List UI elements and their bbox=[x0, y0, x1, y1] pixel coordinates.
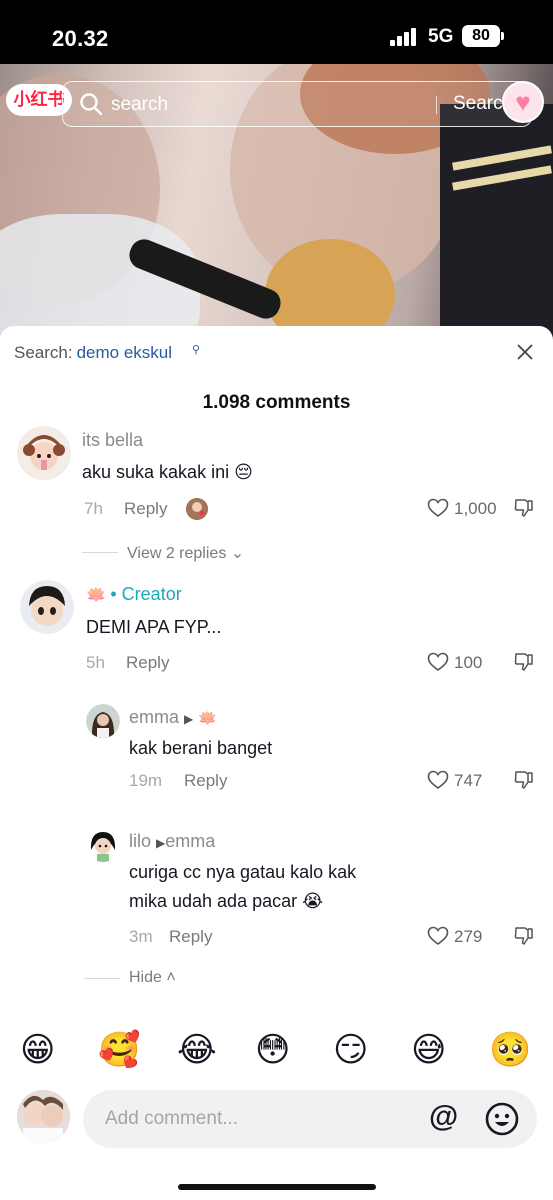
search-divider bbox=[436, 96, 437, 114]
comment-input-placeholder: Add comment... bbox=[105, 1108, 239, 1129]
hide-label: Hide bbox=[129, 969, 162, 986]
comment-input[interactable]: Add comment... @ bbox=[83, 1090, 537, 1148]
comment-author-name: emma bbox=[129, 707, 180, 727]
comment-time: 19m bbox=[129, 771, 163, 790]
my-avatar[interactable] bbox=[17, 1090, 70, 1143]
creator-tag: • Creator bbox=[110, 584, 182, 604]
search-suggestion-keyword[interactable]: demo ekskul bbox=[77, 343, 172, 362]
comments-sheet: Search: demo ekskul ⚲ 1.098 comments its … bbox=[0, 326, 553, 1200]
view-replies-button[interactable]: View 2 replies ⌄ bbox=[127, 543, 244, 563]
search-placeholder: search bbox=[111, 94, 169, 115]
chevron-up-icon: ˄ bbox=[166, 969, 176, 986]
creator-liked-avatar bbox=[186, 498, 208, 520]
comment-time: 7h bbox=[84, 499, 103, 518]
battery-icon: 80 bbox=[462, 25, 500, 47]
reply-button[interactable]: Reply bbox=[169, 927, 212, 947]
lotus-icon: 🪷 bbox=[86, 587, 106, 604]
comment-author-name: lilo bbox=[129, 831, 152, 851]
home-indicator bbox=[178, 1184, 376, 1190]
reply-arrow-icon: ▶ bbox=[156, 836, 166, 850]
comment-author-badge[interactable]: 🪷 • Creator bbox=[86, 584, 182, 605]
close-icon[interactable] bbox=[515, 342, 535, 362]
battery-nub bbox=[501, 32, 504, 40]
comment-text: DEMI APA FYP... bbox=[86, 617, 222, 637]
reply-button[interactable]: Reply bbox=[124, 499, 167, 519]
heart-icon[interactable] bbox=[427, 926, 449, 946]
comment-text: aku suka kakak ini 😔 bbox=[82, 462, 253, 482]
reply-button[interactable]: Reply bbox=[184, 771, 227, 791]
emoji-flushed[interactable]: 😳 bbox=[255, 1030, 290, 1070]
avatar[interactable] bbox=[86, 828, 120, 862]
heart-icon[interactable] bbox=[427, 652, 449, 672]
heart-avatar-icon[interactable]: ♥ bbox=[502, 81, 544, 123]
search-suggestion-label: Search: bbox=[14, 343, 73, 362]
like-count: 1,000 bbox=[454, 499, 497, 518]
like-count: 279 bbox=[454, 927, 483, 946]
heart-icon[interactable] bbox=[427, 498, 449, 518]
comment-count: 1.098 comments bbox=[202, 392, 351, 413]
search-suggestion[interactable]: Search: demo ekskul ⚲ bbox=[14, 343, 200, 363]
emoji-grin[interactable]: 😁 bbox=[20, 1030, 55, 1070]
emoji-smirk[interactable]: 😏 bbox=[333, 1030, 368, 1070]
emoji-pleading[interactable]: 🥺 bbox=[489, 1030, 531, 1070]
hide-replies-button[interactable]: Hide ˄ bbox=[129, 969, 176, 987]
small-search-icon: ⚲ bbox=[192, 344, 201, 356]
hide-replies-line bbox=[84, 978, 120, 979]
thumbs-down-icon[interactable] bbox=[514, 926, 534, 946]
comment-text-line2: mika udah ada pacar 😭 bbox=[129, 891, 324, 911]
search-icon bbox=[80, 93, 103, 116]
avatar[interactable] bbox=[17, 426, 71, 480]
quick-emoji-bar: 😁 🥰 😂 😳 😏 😅 🥺 bbox=[0, 1026, 553, 1076]
like-count: 747 bbox=[454, 771, 483, 790]
status-time: 20.32 bbox=[52, 26, 109, 51]
comment-text-line1: curiga cc nya gatau kalo kak bbox=[129, 862, 357, 882]
thumbs-down-icon[interactable] bbox=[514, 652, 534, 672]
like-count: 100 bbox=[454, 653, 483, 672]
chevron-down-icon: ⌄ bbox=[230, 545, 245, 562]
reply-button[interactable]: Reply bbox=[126, 653, 169, 673]
status-bar: 20.32 5G 80 bbox=[0, 0, 553, 64]
comment-time: 5h bbox=[86, 653, 105, 672]
reply-arrow-icon: ▶ bbox=[184, 712, 194, 726]
comment-text: kak berani banget bbox=[129, 738, 273, 758]
view-replies-line bbox=[82, 552, 118, 553]
emoji-tears-of-joy[interactable]: 😂 bbox=[177, 1030, 217, 1070]
comment-time: 3m bbox=[129, 927, 153, 946]
search-bar[interactable]: search Search bbox=[62, 81, 532, 127]
avatar[interactable] bbox=[86, 704, 120, 738]
comment-author[interactable]: emma ▶ 🪷 bbox=[129, 707, 217, 728]
avatar[interactable] bbox=[20, 580, 74, 634]
view-replies-label: View 2 replies bbox=[127, 545, 227, 562]
comment-author[interactable]: its bella bbox=[82, 430, 143, 451]
thumbs-down-icon[interactable] bbox=[514, 770, 534, 790]
comment-author[interactable]: lilo ▶emma bbox=[129, 831, 215, 852]
network-type: 5G bbox=[428, 26, 454, 47]
reply-to-name: emma bbox=[165, 831, 216, 851]
thumbs-down-icon[interactable] bbox=[514, 498, 534, 518]
emoji-smiling-hearts[interactable]: 🥰 bbox=[98, 1030, 140, 1070]
emoji-sweat-smile[interactable]: 😅 bbox=[411, 1030, 446, 1070]
lotus-icon: 🪷 bbox=[198, 710, 217, 727]
mention-button[interactable]: @ bbox=[429, 1100, 458, 1134]
signal-icon bbox=[390, 28, 420, 46]
video-dark-sleeve bbox=[440, 104, 553, 344]
heart-icon[interactable] bbox=[427, 770, 449, 790]
emoji-picker-icon[interactable] bbox=[485, 1102, 519, 1136]
